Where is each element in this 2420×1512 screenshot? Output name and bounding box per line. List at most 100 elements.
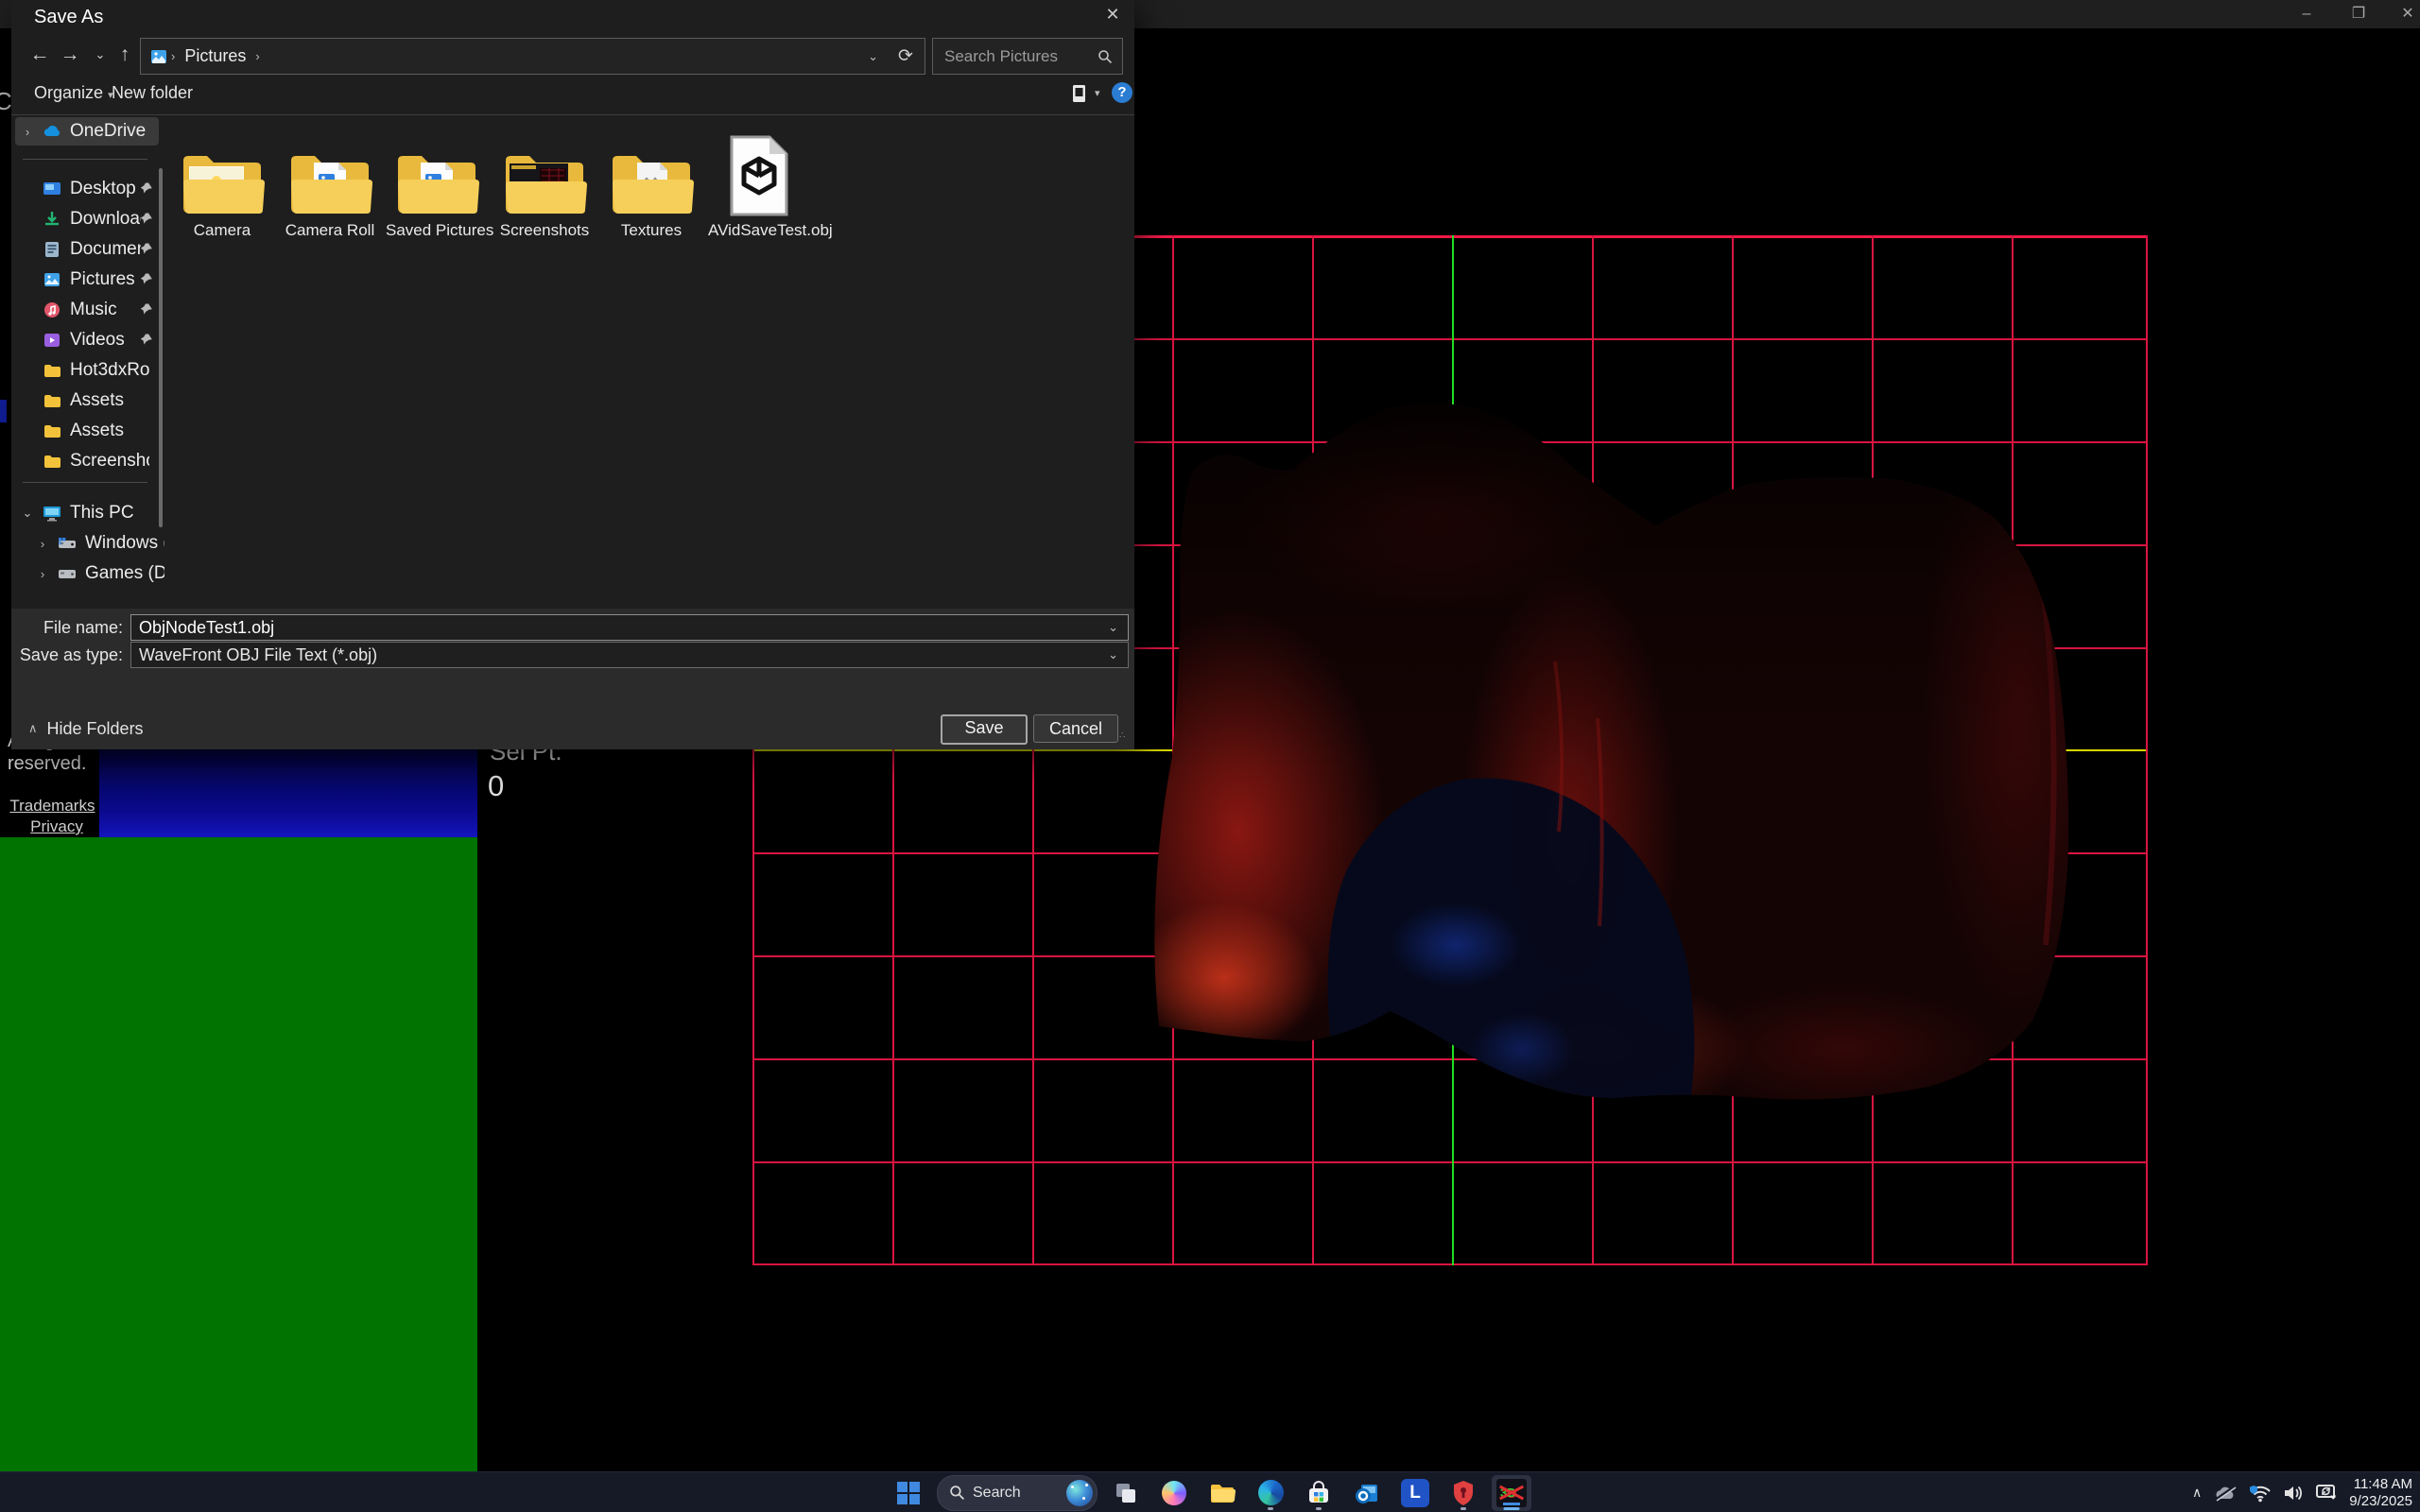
search-box[interactable]: Search Pictures xyxy=(932,38,1123,75)
hidden-icons-chevron[interactable]: ∧ xyxy=(2192,1485,2202,1501)
pictures-icon xyxy=(40,272,64,287)
onedrive-cloud-icon xyxy=(40,124,64,139)
sidebar-item-label: Screenshots xyxy=(70,451,149,472)
sidebar-item-documents[interactable]: Documents xyxy=(15,235,159,264)
sidebar-item-label: Downloads xyxy=(70,209,141,230)
sidebar-item-assets-2[interactable]: Assets xyxy=(15,417,159,445)
sidebar-item-assets-1[interactable]: Assets xyxy=(15,387,159,415)
clock[interactable]: 11:48 AM 9/23/2025 xyxy=(2349,1476,2412,1510)
sidebar-item-onedrive[interactable]: › OneDrive xyxy=(15,117,159,146)
onedrive-paused-icon[interactable] xyxy=(2213,1485,2238,1502)
file-item-screenshots[interactable]: Screenshots xyxy=(493,127,596,240)
app-minimize-button[interactable]: – xyxy=(2292,4,2321,25)
start-button[interactable] xyxy=(889,1475,928,1511)
task-view-button[interactable] xyxy=(1106,1475,1146,1511)
expand-chevron-icon[interactable]: › xyxy=(15,125,40,139)
expand-chevron-icon[interactable]: ⌄ xyxy=(15,506,40,521)
dialog-close-button[interactable]: ✕ xyxy=(1097,2,1129,26)
sidebar-item-videos[interactable]: Videos xyxy=(15,326,159,354)
sidebar-item-music[interactable]: Music xyxy=(15,296,159,324)
folder-screenshot-icon xyxy=(493,127,596,217)
copilot-button[interactable] xyxy=(1154,1475,1194,1511)
sidebar-item-label: Games (D:) xyxy=(85,563,164,584)
cancel-button[interactable]: Cancel xyxy=(1033,714,1118,743)
task-view-icon xyxy=(1114,1481,1138,1505)
legal-links: Trademarks | Privacy xyxy=(9,796,104,837)
refresh-button[interactable]: ⟳ xyxy=(887,38,925,75)
privacy-link[interactable]: Privacy xyxy=(30,817,83,835)
screen: – ❐ ✕ C xyxy=(0,0,2420,1512)
forward-button[interactable]: → xyxy=(57,42,83,68)
wifi-icon[interactable] xyxy=(2249,1484,2272,1503)
save-as-type-select[interactable]: WaveFront OBJ File Text (*.obj) ⌄ xyxy=(130,642,1129,668)
dialog-toolbar: Organize ▾ New folder ▾ ? xyxy=(11,79,1134,113)
save-as-type-value: WaveFront OBJ File Text (*.obj) xyxy=(139,645,377,665)
resize-grip[interactable]: ∴ xyxy=(1119,733,1131,745)
chevron-down-icon[interactable]: ⌄ xyxy=(1108,647,1118,662)
chevron-down-icon[interactable]: ⌄ xyxy=(1108,620,1118,635)
sidebar-item-label: This PC xyxy=(70,503,134,524)
view-mode-caret[interactable]: ▾ xyxy=(1095,87,1100,99)
edge-button[interactable] xyxy=(1251,1475,1290,1511)
file-item-textures[interactable]: Textures xyxy=(600,127,702,240)
file-item-camera-roll[interactable]: Camera Roll xyxy=(279,127,381,240)
file-explorer-button[interactable] xyxy=(1202,1475,1242,1511)
expand-chevron-icon[interactable]: › xyxy=(30,567,55,581)
l-app-button[interactable]: L xyxy=(1395,1475,1435,1511)
sidebar-item-windows-c[interactable]: › Windows (C:) xyxy=(30,529,174,558)
store-button[interactable] xyxy=(1299,1475,1339,1511)
app-maximize-button[interactable]: ❐ xyxy=(2344,4,2373,25)
system-tray: ∧ 11:48 AM 9/23/2025 xyxy=(2192,1472,2412,1512)
outlook-button[interactable] xyxy=(1347,1475,1387,1511)
pin-icon xyxy=(141,239,153,260)
file-item-saved-pictures[interactable]: Saved Pictures xyxy=(386,127,488,240)
save-button[interactable]: Save xyxy=(941,714,1028,745)
breadcrumb-pictures[interactable]: Pictures xyxy=(184,46,246,66)
sidebar-item-hot3dxrotodraw[interactable]: Hot3dxRotoDraw xyxy=(15,356,159,385)
clipped-text-fragment: C xyxy=(0,87,12,116)
sidebar-scrollbar[interactable] xyxy=(159,168,163,527)
sidebar-item-desktop[interactable]: Desktop xyxy=(15,175,159,203)
sidebar-item-games-d[interactable]: › Games (D:) xyxy=(30,559,174,588)
sidebar-item-this-pc[interactable]: ⌄ This PC xyxy=(15,499,159,527)
security-app-button[interactable] xyxy=(1443,1475,1483,1511)
folder-icon xyxy=(40,424,64,438)
up-button[interactable]: ↑ xyxy=(112,42,138,68)
hide-folders-button[interactable]: ∧ Hide Folders xyxy=(28,715,144,742)
new-folder-button[interactable]: New folder xyxy=(112,83,193,103)
pin-icon xyxy=(141,330,153,351)
file-item-avidsavetest-obj[interactable]: AVidSaveTest.obj xyxy=(708,127,810,240)
breadcrumb-chevron[interactable]: › xyxy=(255,49,259,63)
app-close-button[interactable]: ✕ xyxy=(2394,4,2420,25)
green-viewport-panel xyxy=(0,837,477,1471)
recent-locations-button[interactable]: ⌄ xyxy=(87,42,113,68)
organize-button[interactable]: Organize ▾ xyxy=(34,83,113,103)
l-app-icon: L xyxy=(1401,1479,1429,1507)
taskbar-search[interactable]: Search xyxy=(937,1475,1098,1511)
3d-mesh-object[interactable] xyxy=(1115,373,2118,1120)
trademarks-link[interactable]: Trademarks xyxy=(9,797,95,815)
sidebar-item-screenshots[interactable]: Screenshots xyxy=(15,447,159,475)
view-mode-icon[interactable] xyxy=(1070,83,1091,104)
pin-icon xyxy=(141,179,153,199)
sidebar-item-label: Music xyxy=(70,300,117,320)
address-bar[interactable]: › Pictures › ⌄ xyxy=(140,38,889,75)
tray-time: 11:48 AM xyxy=(2349,1476,2412,1493)
expand-chevron-icon[interactable]: › xyxy=(30,537,55,551)
windows-logo-icon xyxy=(897,1482,920,1504)
help-icon[interactable]: ? xyxy=(1112,82,1132,103)
search-icon xyxy=(1098,49,1113,64)
sidebar-item-pictures[interactable]: Pictures xyxy=(15,266,159,294)
sidebar-item-downloads[interactable]: Downloads xyxy=(15,205,159,233)
volume-icon[interactable] xyxy=(2283,1485,2304,1502)
pictures-icon xyxy=(150,48,167,65)
address-dropdown-chevron[interactable]: ⌄ xyxy=(868,49,878,64)
sel-pt-value: 0 xyxy=(488,769,504,803)
file-name-input[interactable]: ObjNodeTest1.obj ⌄ xyxy=(130,614,1129,641)
search-placeholder: Search Pictures xyxy=(944,47,1058,66)
hot3dx-app-button[interactable]: 3D xyxy=(1492,1475,1531,1511)
back-button[interactable]: ← xyxy=(26,42,53,68)
file-item-camera[interactable]: Camera xyxy=(171,127,273,240)
folder-icon xyxy=(40,394,64,408)
update-pending-icon[interactable] xyxy=(2315,1484,2338,1503)
